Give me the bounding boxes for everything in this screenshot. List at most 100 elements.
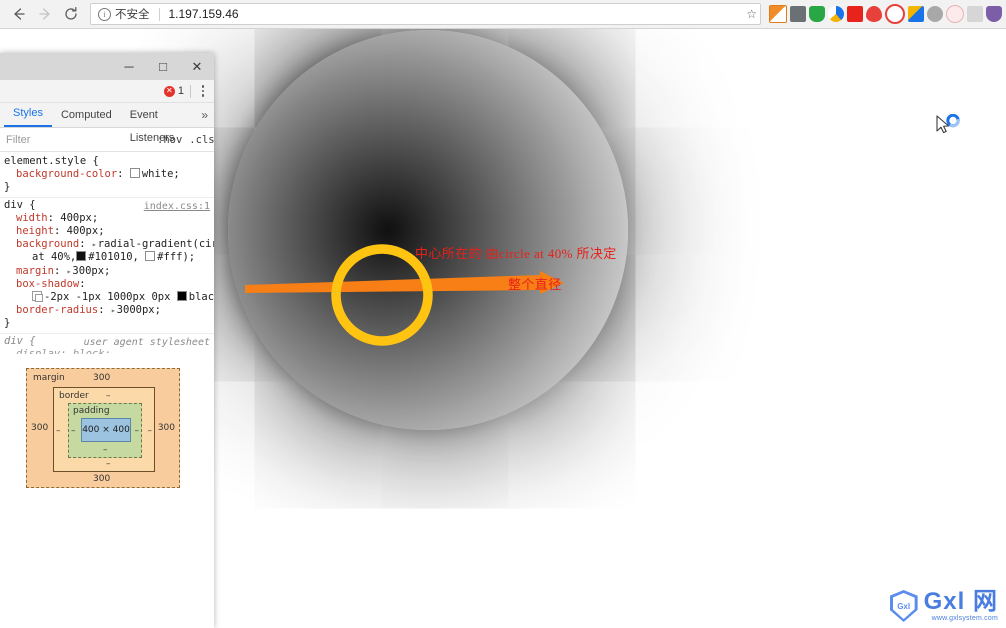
box-model-padding-box[interactable]: padding – – – 400 × 400 xyxy=(68,403,142,458)
css-declaration[interactable]: width: 400px; xyxy=(4,212,210,225)
extension-icon-1[interactable] xyxy=(769,5,787,23)
css-value-post: black; xyxy=(189,291,214,303)
address-bar[interactable]: i 不安全 1.197.159.46 ☆ xyxy=(90,3,761,25)
maximize-button[interactable]: □ xyxy=(146,53,180,80)
filter-input[interactable] xyxy=(4,130,150,150)
box-model-margin-bottom[interactable]: 300 xyxy=(93,474,110,484)
forward-arrow-icon xyxy=(32,1,58,27)
box-model-padding-label: padding xyxy=(73,406,110,416)
stylesheet-origin-link[interactable]: index.css:1 xyxy=(144,200,210,213)
box-model-margin-label: margin xyxy=(33,373,65,383)
box-model-border-box[interactable]: border – – – – padding – – – 400 × 400 xyxy=(53,387,155,472)
css-value: 3000px; xyxy=(117,304,161,316)
box-model-wrapper: margin 300 300 300 300 border – – – – pa… xyxy=(0,354,214,488)
color-swatch-icon[interactable] xyxy=(76,251,86,261)
stylesheet-origin-label: user agent stylesheet xyxy=(84,336,210,349)
css-value-pre: at 40%, xyxy=(32,251,76,263)
css-declaration[interactable]: border-radius: ▸3000px; xyxy=(4,304,210,317)
extension-icon-12[interactable] xyxy=(986,6,1002,22)
tab-computed[interactable]: Computed xyxy=(52,104,121,127)
extension-icon-8[interactable] xyxy=(908,6,924,22)
color-swatch-icon[interactable] xyxy=(145,251,155,261)
box-model-padding-bottom[interactable]: – xyxy=(103,445,108,455)
omnibox-divider xyxy=(159,8,160,21)
back-arrow-glyph xyxy=(11,6,27,22)
devtools-titlebar[interactable]: ─ □ ✕ xyxy=(0,53,214,80)
reload-glyph xyxy=(63,6,79,22)
expand-triangle-icon[interactable]: ▸ xyxy=(67,265,72,278)
css-rule-div[interactable]: div { index.css:1 width: 400px; height: … xyxy=(0,198,214,334)
css-declaration[interactable]: background-color: white; xyxy=(4,168,210,181)
devtools-tab-bar: Styles Computed Event Listeners » xyxy=(0,103,214,128)
tab-event-listeners[interactable]: Event Listeners xyxy=(121,104,196,127)
mouse-cursor xyxy=(935,114,965,140)
box-model-margin-right[interactable]: 300 xyxy=(158,423,175,433)
css-rule-user-agent[interactable]: div { user agent stylesheet display: blo… xyxy=(0,334,214,354)
tabs-overflow-icon[interactable]: » xyxy=(195,104,214,127)
css-declaration[interactable]: height: 400px; xyxy=(4,225,210,238)
error-icon: ✕ xyxy=(164,86,175,97)
extension-icon-6[interactable] xyxy=(866,6,882,22)
extension-icon-7[interactable] xyxy=(885,4,905,24)
error-badge[interactable]: ✕ 1 xyxy=(164,85,184,97)
back-arrow-icon[interactable] xyxy=(6,1,32,27)
box-model-border-label: border xyxy=(59,391,89,401)
extension-icon-10[interactable] xyxy=(946,5,964,23)
box-model-content-box[interactable]: 400 × 400 xyxy=(81,418,131,442)
box-model-margin-top[interactable]: 300 xyxy=(93,373,110,383)
css-property: box-shadow xyxy=(16,278,79,290)
box-shadow-editor-icon[interactable] xyxy=(32,291,42,301)
diameter-annotation-text: 整个直径 xyxy=(508,274,562,293)
box-model-margin-left[interactable]: 300 xyxy=(31,423,48,433)
css-rule-element-style[interactable]: element.style { background-color: white;… xyxy=(0,154,214,198)
css-colon: : xyxy=(60,348,73,354)
extension-icon-9[interactable] xyxy=(927,6,943,22)
status-divider xyxy=(190,85,191,98)
devtools-window: ─ □ ✕ ✕ 1 Styles Computed Event Listener… xyxy=(0,53,214,628)
reload-icon[interactable] xyxy=(58,1,84,27)
css-property: border-radius xyxy=(16,304,98,316)
extension-icon-5[interactable] xyxy=(847,6,863,22)
css-declaration[interactable]: margin: ▸300px; xyxy=(4,265,210,278)
expand-triangle-icon[interactable]: ▸ xyxy=(111,304,116,317)
css-rule-close: } xyxy=(4,317,210,330)
box-model-padding-left[interactable]: – xyxy=(71,426,76,436)
watermark: Gxl Gxl 网 www.gxlsystem.com xyxy=(890,590,998,622)
center-ring-icon xyxy=(336,249,428,341)
extension-icon-2[interactable] xyxy=(790,6,806,22)
extension-icon-4[interactable] xyxy=(828,6,844,22)
star-icon[interactable]: ☆ xyxy=(746,7,757,21)
css-colon: : xyxy=(48,212,61,224)
cls-toggle[interactable]: .cls xyxy=(189,134,214,146)
css-declaration[interactable]: box-shadow: xyxy=(4,278,210,291)
kebab-menu-icon[interactable] xyxy=(196,85,210,97)
css-declaration[interactable]: background: ▸radial-gradient(circle xyxy=(4,238,210,251)
css-property: display xyxy=(16,348,60,354)
watermark-text-group: Gxl 网 www.gxlsystem.com xyxy=(924,590,998,622)
color-swatch-icon[interactable] xyxy=(177,291,187,301)
color-swatch-icon[interactable] xyxy=(130,168,140,178)
extension-icon-3[interactable] xyxy=(809,6,825,22)
box-model-border-bottom[interactable]: – xyxy=(106,459,111,469)
watermark-shield-text: Gxl xyxy=(897,602,910,611)
css-declaration-continuation: at 40%,#101010, #fff); xyxy=(4,251,210,264)
box-model-border-top[interactable]: – xyxy=(106,391,111,401)
box-model-border-right[interactable]: – xyxy=(148,426,153,436)
expand-triangle-icon[interactable]: ▸ xyxy=(92,238,97,251)
browser-toolbar: i 不安全 1.197.159.46 ☆ xyxy=(0,0,1006,29)
info-circle-icon[interactable]: i xyxy=(98,8,111,21)
devtools-status-row: ✕ 1 xyxy=(0,80,214,103)
css-value: 400px; xyxy=(67,225,105,237)
box-model-border-left[interactable]: – xyxy=(56,426,61,436)
watermark-shield-icon: Gxl xyxy=(890,590,918,622)
hov-toggle[interactable]: :hov xyxy=(157,134,182,146)
box-model-diagram[interactable]: margin 300 300 300 300 border – – – – pa… xyxy=(26,368,180,488)
tab-styles[interactable]: Styles xyxy=(4,102,52,127)
close-button[interactable]: ✕ xyxy=(180,53,214,80)
box-model-padding-right[interactable]: – xyxy=(135,426,140,436)
forward-arrow-glyph xyxy=(37,6,53,22)
extension-icon-11[interactable] xyxy=(967,6,983,22)
minimize-button[interactable]: ─ xyxy=(112,53,146,80)
center-annotation-text: 中心所在的 由circle at 40% 所决定 xyxy=(415,243,617,262)
security-status-label: 不安全 xyxy=(115,6,150,22)
